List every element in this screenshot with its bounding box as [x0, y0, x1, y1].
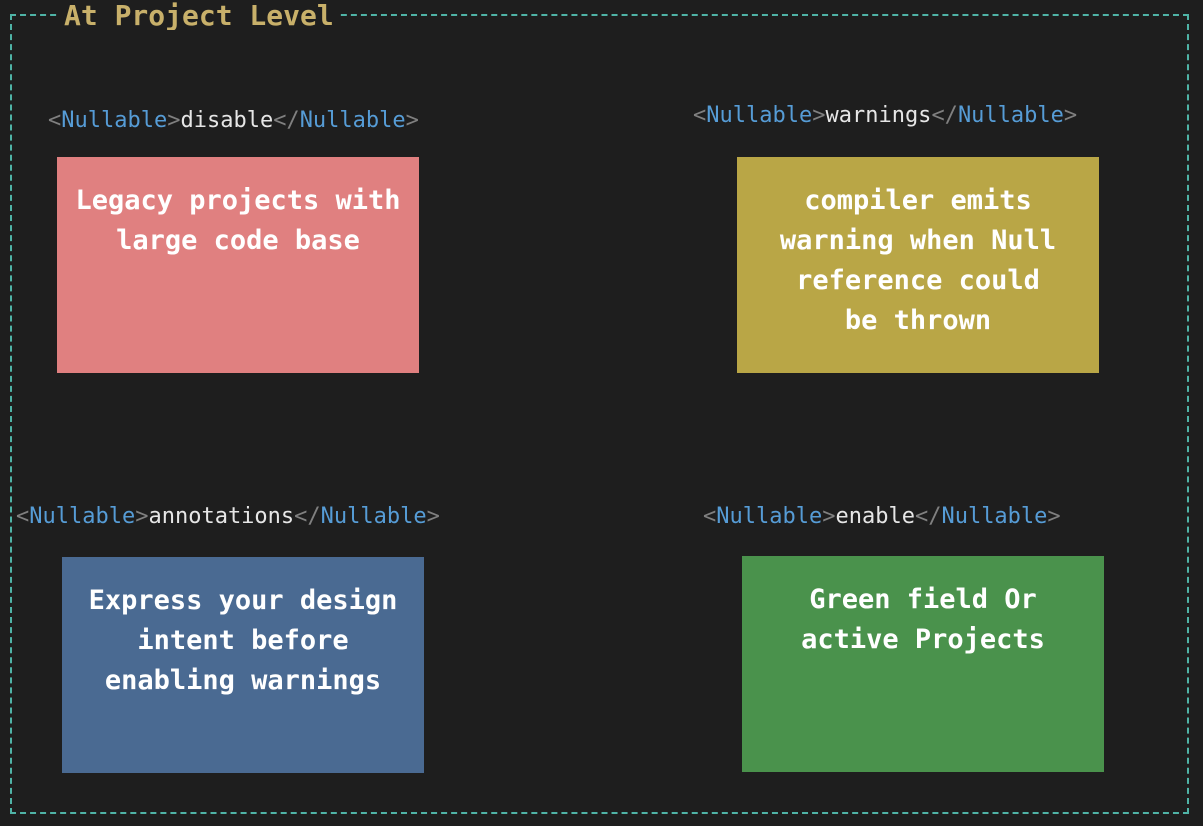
card-disable: Legacy projects with large code base: [57, 157, 419, 373]
end-open-bracket: </: [931, 103, 958, 128]
tagline-warnings: <Nullable>warnings</Nullable>: [693, 102, 1077, 130]
close-bracket: >: [135, 504, 149, 529]
setting-value: annotations: [148, 504, 295, 529]
open-bracket: <: [16, 504, 30, 529]
close-bracket: >: [405, 108, 419, 133]
close-bracket: >: [812, 103, 826, 128]
close-bracket: >: [167, 108, 181, 133]
tagline-annotations: <Nullable>annotations</Nullable>: [16, 503, 440, 531]
tagline-disable: <Nullable>disable</Nullable>: [48, 107, 419, 135]
close-bracket: >: [1047, 504, 1061, 529]
end-open-bracket: </: [294, 504, 321, 529]
tag-name: Nullable: [957, 103, 1064, 128]
tag-name: Nullable: [61, 108, 168, 133]
setting-value: enable: [835, 504, 915, 529]
card-enable: Green field Or active Projects: [742, 556, 1104, 772]
open-bracket: <: [48, 108, 62, 133]
tag-name: Nullable: [299, 108, 406, 133]
card-annotations: Express your design intent before enabli…: [62, 557, 424, 773]
card-warnings: compiler emits warning when Null referen…: [737, 157, 1099, 373]
setting-value: warnings: [825, 103, 932, 128]
setting-value: disable: [180, 108, 274, 133]
close-bracket: >: [1063, 103, 1078, 128]
tag-name: Nullable: [716, 504, 823, 529]
end-open-bracket: </: [914, 504, 942, 529]
open-bracket: <: [693, 103, 707, 128]
end-open-bracket: </: [273, 108, 300, 133]
frame-title: At Project Level: [60, 2, 338, 30]
tag-name: Nullable: [941, 504, 1048, 529]
tag-name: Nullable: [320, 504, 427, 529]
close-bracket: >: [822, 504, 836, 529]
tagline-enable: <Nullable>enable</Nullable>: [703, 503, 1061, 531]
open-bracket: <: [703, 504, 717, 529]
tag-name: Nullable: [29, 504, 136, 529]
tag-name: Nullable: [706, 103, 813, 128]
close-bracket: >: [426, 504, 440, 529]
